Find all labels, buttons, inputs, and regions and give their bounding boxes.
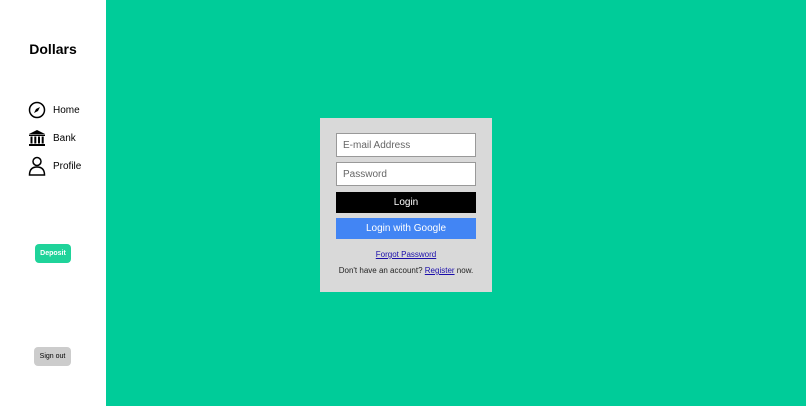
user-icon: [27, 156, 47, 176]
forgot-password-link[interactable]: Forgot Password: [376, 250, 436, 259]
register-suffix: now.: [456, 266, 474, 275]
google-login-button[interactable]: Login with Google: [336, 218, 476, 239]
register-row: Don't have an account? Register now.: [320, 266, 492, 275]
forgot-password-row: Forgot Password: [320, 250, 492, 259]
sidebar: Dollars Home Bank Profile Deposit Sign o…: [0, 0, 106, 406]
sidebar-item-bank[interactable]: Bank: [27, 128, 97, 148]
compass-icon: [27, 100, 47, 120]
register-link[interactable]: Register: [425, 266, 455, 275]
deposit-button[interactable]: Deposit: [35, 244, 71, 263]
password-field[interactable]: [336, 162, 476, 186]
sign-out-button[interactable]: Sign out: [34, 347, 71, 366]
sidebar-item-label: Home: [53, 104, 80, 116]
email-field[interactable]: [336, 133, 476, 157]
register-prefix: Don't have an account?: [338, 266, 423, 275]
sidebar-item-label: Bank: [53, 132, 76, 144]
sidebar-item-profile[interactable]: Profile: [27, 156, 97, 176]
brand-title: Dollars: [29, 41, 77, 57]
app-root: Dollars Home Bank Profile Deposit Sign o…: [0, 0, 806, 406]
sidebar-item-label: Profile: [53, 160, 82, 172]
bank-icon: [27, 128, 47, 148]
login-panel: Login Login with Google Forgot Password …: [320, 118, 492, 292]
login-button[interactable]: Login: [336, 192, 476, 213]
sidebar-item-home[interactable]: Home: [27, 100, 97, 120]
